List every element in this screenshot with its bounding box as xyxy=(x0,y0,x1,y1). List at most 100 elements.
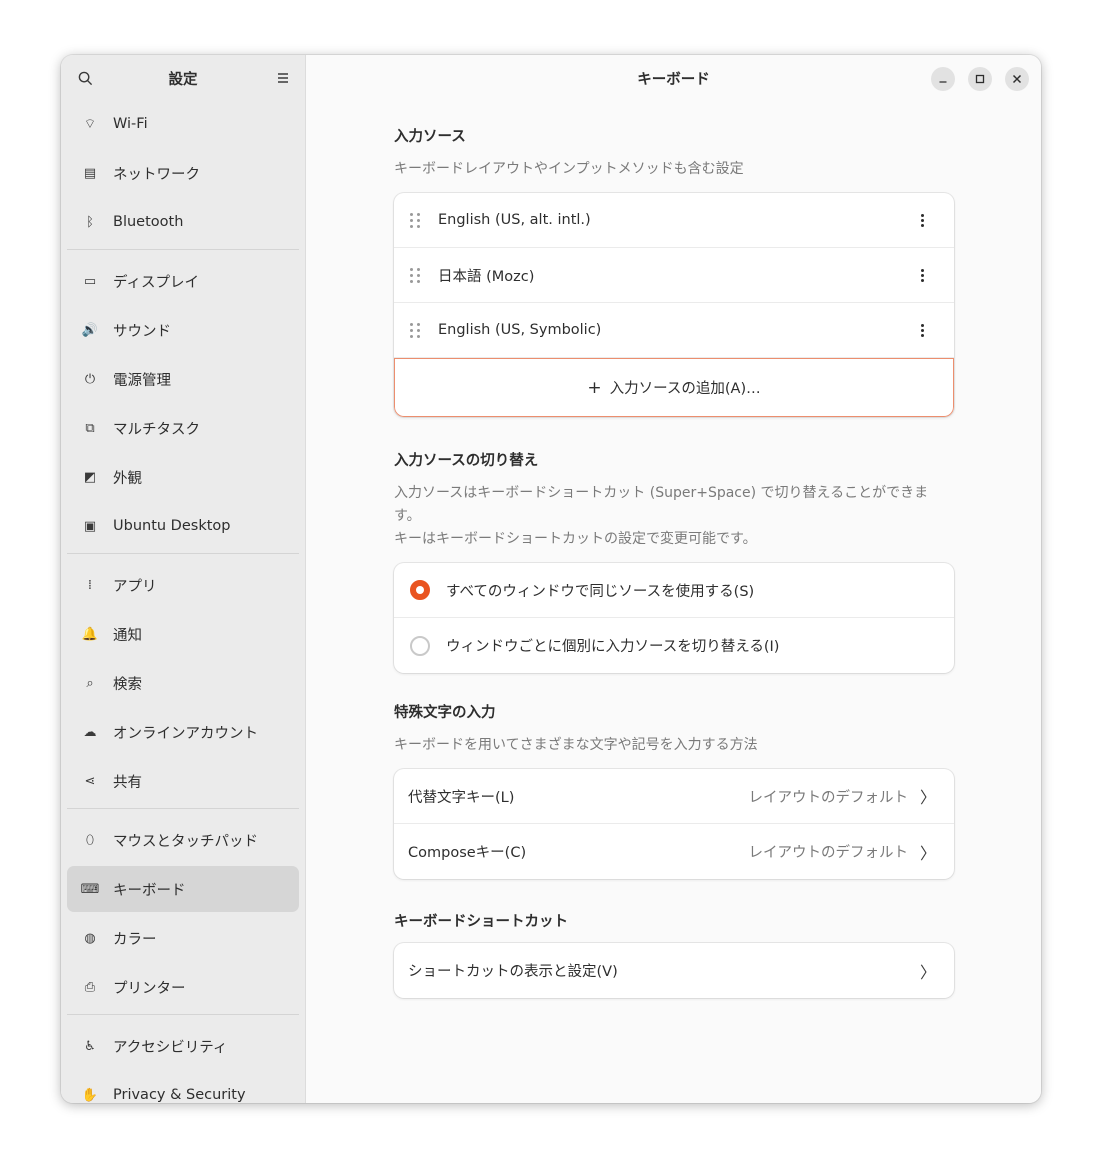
section-title-shortcuts: キーボードショートカット xyxy=(394,914,568,930)
chevron-right-icon: 〉 xyxy=(919,962,936,982)
search-icon[interactable] xyxy=(73,66,97,90)
sidebar-item-share[interactable]: ⋖ 共有 xyxy=(67,758,299,804)
printer-icon: ⎙ xyxy=(84,979,96,995)
row-label: Composeキー(C) xyxy=(408,845,527,861)
sidebar-item-appearance[interactable]: ◩ 外観 xyxy=(67,454,299,500)
wifi-icon: ⌔ xyxy=(83,116,97,132)
mouse-icon: ⬯ xyxy=(85,832,95,848)
section-title-input-sources: 入力ソース xyxy=(394,129,466,145)
sidebar-item-network[interactable]: ▤ ネットワーク xyxy=(67,150,299,196)
sidebar-item-power[interactable]: ⏻ 電源管理 xyxy=(67,356,299,402)
sidebar-item-multitasking[interactable]: ⧉ マルチタスク xyxy=(67,405,299,451)
sidebar-item-label: キーボード xyxy=(113,882,186,899)
content: 入力ソース キーボードレイアウトやインプットメソッドも含む設定 English … xyxy=(394,125,954,998)
section-desc-switching: 入力ソースはキーボードショートカット (Super+Space) で切り替えるこ… xyxy=(394,482,954,551)
sidebar-item-mouse[interactable]: ⬯ マウスとタッチパッド xyxy=(67,817,299,863)
drag-handle-icon[interactable] xyxy=(410,323,420,338)
sidebar-separator xyxy=(67,1014,299,1015)
sidebar-item-label: Bluetooth xyxy=(113,214,184,230)
radio-row-same-source[interactable]: すべてのウィンドウで同じソースを使用する(S) xyxy=(394,563,954,618)
sidebar-item-label: 電源管理 xyxy=(113,372,171,389)
sidebar-item-wifi[interactable]: ⌔ Wi-Fi xyxy=(67,101,299,147)
sidebar-item-label: 共有 xyxy=(113,774,142,791)
radio-row-per-window[interactable]: ウィンドウごとに個別に入力ソースを切り替える(I) xyxy=(394,618,954,673)
sidebar-item-search[interactable]: ⌕ 検索 xyxy=(67,660,299,706)
sidebar-item-notifications[interactable]: 🔔 通知 xyxy=(67,611,299,657)
sidebar-item-privacy-hand[interactable]: ✋ Privacy & Security xyxy=(67,1072,299,1103)
input-source-row[interactable]: English (US, Symbolic) xyxy=(394,303,954,358)
sidebar-item-label: ネットワーク xyxy=(113,166,200,183)
sidebar-item-label: 外観 xyxy=(113,470,142,487)
sidebar-separator xyxy=(67,553,299,554)
sidebar-item-apps[interactable]: ⁞ アプリ xyxy=(67,562,299,608)
color-icon: ◍ xyxy=(84,930,96,946)
main-header: キーボード xyxy=(306,55,1041,101)
section-desc-input-sources: キーボードレイアウトやインプットメソッドも含む設定 xyxy=(394,161,744,177)
alternate-characters-key-row[interactable]: 代替文字キー(L) レイアウトのデフォルト 〉 xyxy=(394,769,954,824)
radio-same-source[interactable] xyxy=(410,580,430,600)
sidebar: 設定 ⌔ Wi-Fi ▤ ネットワーク ᛒ Bluetooth ▭ ディスプレイ 🔊 サウンド ⏻ 電… xyxy=(61,55,306,1103)
maximize-button[interactable] xyxy=(968,67,992,91)
sidebar-separator xyxy=(67,249,299,250)
display-icon: ▭ xyxy=(83,273,97,289)
sidebar-item-keyboard[interactable]: ⌨ キーボード xyxy=(67,866,299,912)
view-shortcuts-row[interactable]: ショートカットの表示と設定(V) 〉 xyxy=(394,943,954,998)
sidebar-item-label: Ubuntu Desktop xyxy=(113,518,231,534)
multitasking-icon: ⧉ xyxy=(85,420,95,436)
sidebar-item-bluetooth[interactable]: ᛒ Bluetooth xyxy=(67,199,299,245)
sidebar-item-ubuntu-desktop[interactable]: ▣ Ubuntu Desktop xyxy=(67,503,299,549)
sidebar-item-label: マルチタスク xyxy=(113,421,200,438)
close-button[interactable] xyxy=(1005,67,1029,91)
switching-desc-line: す。 xyxy=(394,508,421,524)
radio-per-window[interactable] xyxy=(410,635,430,656)
drag-handle-icon[interactable] xyxy=(410,213,420,228)
sidebar-item-display[interactable]: ▭ ディスプレイ xyxy=(67,258,299,304)
sidebar-item-sound[interactable]: 🔊 サウンド xyxy=(67,307,299,353)
row-value: レイアウトのデフォルト xyxy=(748,789,908,806)
sidebar-list: ⌔ Wi-Fi ▤ ネットワーク ᛒ Bluetooth ▭ ディスプレイ 🔊 サウンド ⏻ 電源管理… xyxy=(61,101,305,1103)
add-input-source-label: 入力ソースの追加(A)… xyxy=(609,381,761,397)
accessibility-icon: ♿ xyxy=(84,1038,96,1054)
input-source-row[interactable]: English (US, alt. intl.) xyxy=(394,193,954,248)
network-icon: ▤ xyxy=(83,165,97,181)
input-source-row[interactable]: 日本語 (Mozc) xyxy=(394,248,954,303)
sidebar-item-color[interactable]: ◍ カラー xyxy=(67,915,299,961)
switching-desc-line: 入力ソースはキーボードショートカット (Super+Space) で切り替えるこ… xyxy=(394,485,929,501)
sidebar-item-cloud[interactable]: ☁ オンラインアカウント xyxy=(67,709,299,755)
sidebar-item-printer[interactable]: ⎙ プリンター xyxy=(67,964,299,1010)
sidebar-header: 設定 xyxy=(61,55,305,101)
more-options-icon[interactable] xyxy=(914,213,930,227)
more-options-icon[interactable] xyxy=(914,268,930,282)
plus-icon: + xyxy=(587,377,602,398)
sidebar-item-label: Privacy & Security xyxy=(113,1087,246,1103)
chevron-right-icon: 〉 xyxy=(919,843,936,863)
input-sources-card: English (US, alt. intl.) 日本語 (Mozc) Engl… xyxy=(394,193,954,417)
add-input-source-button[interactable]: + 入力ソースの追加(A)… xyxy=(394,358,954,417)
section-title-special-chars: 特殊文字の入力 xyxy=(394,705,496,721)
sidebar-item-label: プリンター xyxy=(113,980,186,997)
page-title: キーボード xyxy=(637,71,710,88)
bluetooth-icon: ᛒ xyxy=(86,214,94,230)
share-icon: ⋖ xyxy=(84,773,96,789)
menu-icon[interactable] xyxy=(271,66,295,90)
more-options-icon[interactable] xyxy=(914,323,930,337)
sidebar-item-label: ディスプレイ xyxy=(113,274,199,291)
switching-card: すべてのウィンドウで同じソースを使用する(S) ウィンドウごとに個別に入力ソース… xyxy=(394,563,954,673)
sidebar-item-label: Wi-Fi xyxy=(113,116,148,132)
input-source-label: English (US, Symbolic) xyxy=(438,322,602,338)
radio-label: すべてのウィンドウで同じソースを使用する(S) xyxy=(446,583,755,600)
privacy-hand-icon: ✋ xyxy=(81,1087,99,1103)
row-label: 代替文字キー(L) xyxy=(408,789,515,806)
sound-icon: 🔊 xyxy=(81,322,99,338)
drag-handle-icon[interactable] xyxy=(410,268,420,283)
chevron-right-icon: 〉 xyxy=(919,788,936,807)
compose-key-row[interactable]: Composeキー(C) レイアウトのデフォルト 〉 xyxy=(394,824,954,879)
sidebar-item-label: アプリ xyxy=(113,578,157,595)
minimize-button[interactable] xyxy=(931,67,955,91)
apps-icon: ⁞ xyxy=(87,577,93,593)
special-chars-card: 代替文字キー(L) レイアウトのデフォルト 〉 Composeキー(C) レイア… xyxy=(394,769,954,879)
sidebar-item-accessibility[interactable]: ♿ アクセシビリティ xyxy=(67,1023,299,1069)
keyboard-icon: ⌨ xyxy=(80,881,100,897)
shortcuts-card: ショートカットの表示と設定(V) 〉 xyxy=(394,943,954,998)
input-source-label: English (US, alt. intl.) xyxy=(438,212,591,228)
